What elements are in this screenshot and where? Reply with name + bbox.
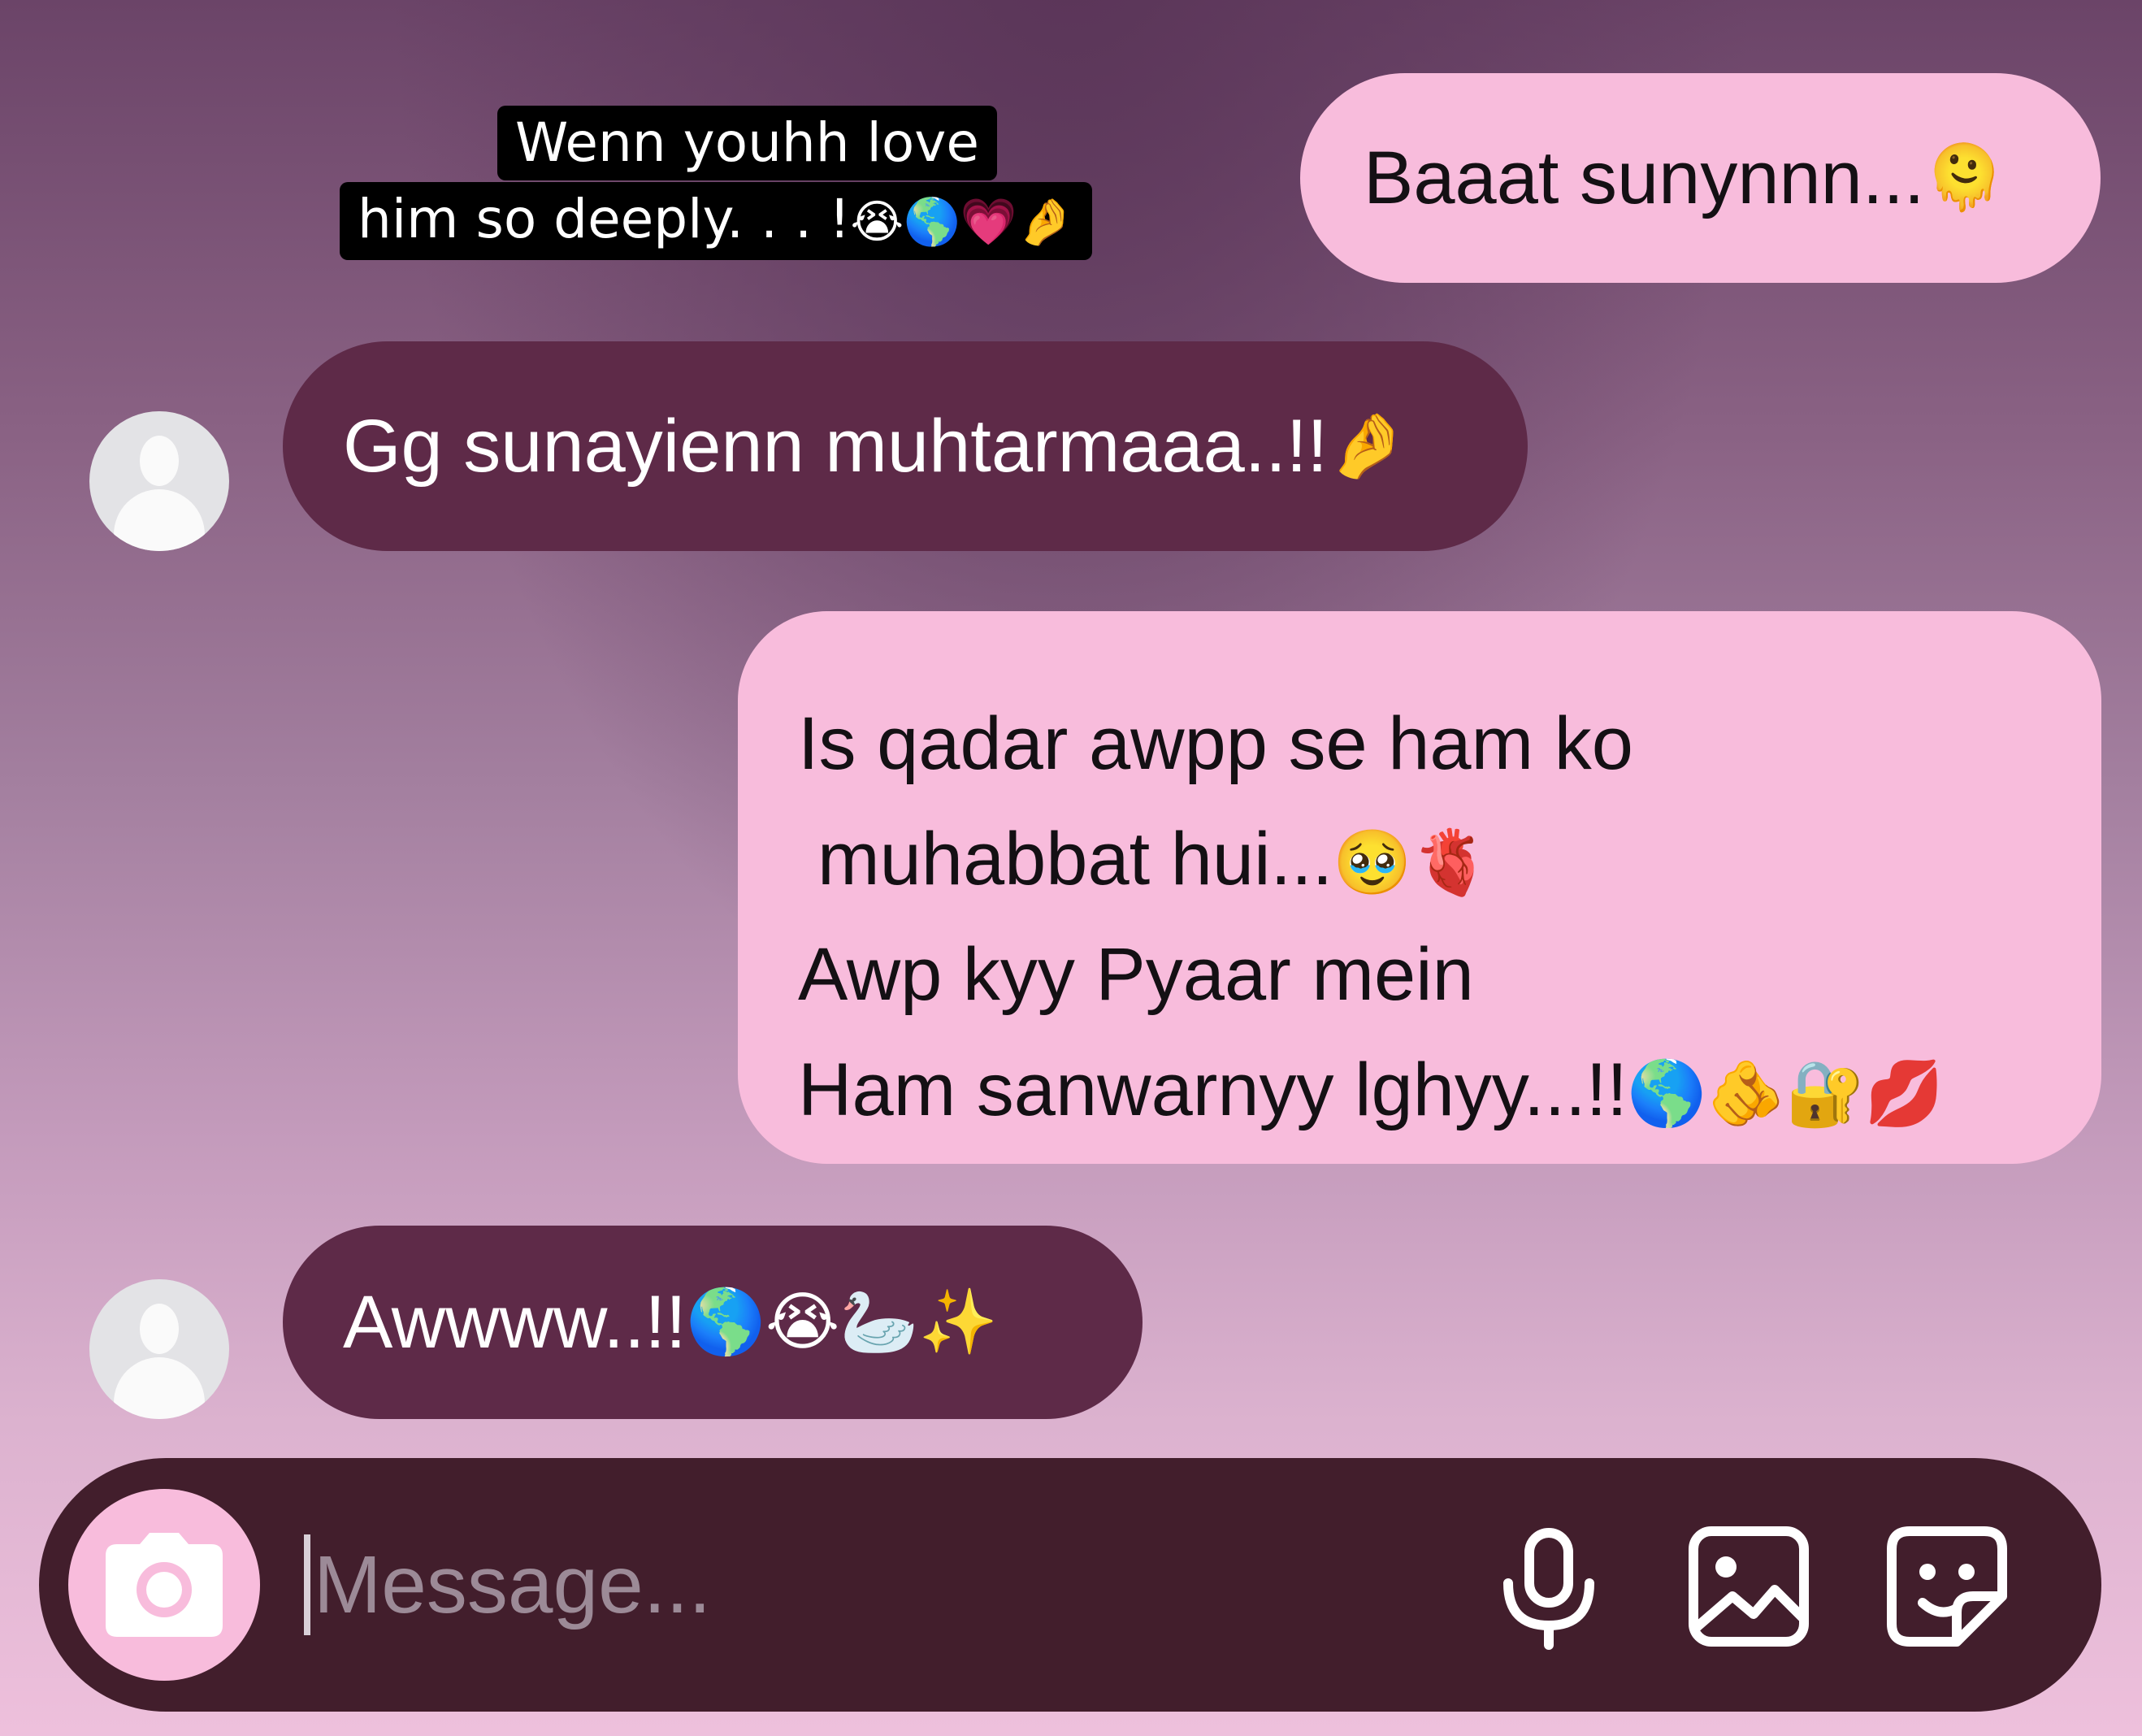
message-emoji: 🫠 — [1924, 141, 2004, 215]
camera-icon — [106, 1533, 223, 1637]
gallery-icon — [1689, 1526, 1809, 1647]
sticker-button[interactable] — [1882, 1521, 2012, 1651]
sent-message-bubble[interactable]: Is qadar awpp se ham ko muhabbat hui...🥹… — [738, 611, 2101, 1164]
message-input[interactable] — [297, 1512, 1468, 1658]
message-line: muhabbat hui...🥹🫀 — [798, 801, 2101, 917]
gallery-button[interactable] — [1684, 1521, 1814, 1651]
microphone-icon — [1503, 1528, 1594, 1650]
caption-emoji: 😭🌎💗🤌 — [850, 196, 1074, 249]
message-emoji: 🌎🫵🔐💋 — [1627, 1057, 1945, 1131]
avatar[interactable] — [89, 411, 229, 551]
sent-message-bubble[interactable]: Baaat sunynnn... 🫠 — [1300, 73, 2101, 283]
message-line-text: Ham sanwarnyy lghyy...!! — [798, 1048, 1628, 1131]
received-message-bubble[interactable]: Awwww..!! 🌎😭🦢✨ — [283, 1226, 1143, 1419]
avatar-head-shape — [140, 1304, 179, 1354]
message-line: Is qadar awpp se ham ko — [798, 686, 2101, 801]
message-line-text: Awp kyy Pyaar mein — [798, 933, 1474, 1016]
message-emoji: 🌎😭🦢✨ — [686, 1285, 999, 1359]
caption-text-1: Wenn youhh love — [515, 111, 979, 174]
message-line: Awp kyy Pyaar mein — [798, 917, 2101, 1032]
message-composer — [39, 1458, 2101, 1712]
avatar[interactable] — [89, 1279, 229, 1419]
sticker-icon — [1887, 1526, 2007, 1647]
story-caption-line-1: Wenn youhh love — [497, 106, 997, 180]
message-emoji: 🥹🫀 — [1333, 826, 1491, 900]
story-caption-line-2: him so deeply. . . !😭🌎💗🤌 — [340, 182, 1092, 260]
message-line-text: Is qadar awpp se ham ko — [798, 702, 1633, 785]
avatar-head-shape — [140, 436, 179, 486]
message-text: Gg sunayienn muhtarmaaa..!! — [343, 405, 1328, 488]
received-message-bubble[interactable]: Gg sunayienn muhtarmaaa..!! 🤌 — [283, 341, 1528, 551]
message-emoji: 🤌 — [1328, 409, 1407, 483]
message-text: Awwww..!! — [343, 1281, 687, 1364]
avatar-body-shape — [114, 489, 205, 551]
message-line-text: muhabbat hui... — [817, 818, 1333, 901]
avatar-body-shape — [114, 1357, 205, 1419]
microphone-button[interactable] — [1484, 1521, 1614, 1651]
message-text: Baaat sunynnn... — [1364, 137, 1925, 219]
message-line: Ham sanwarnyy lghyy...!!🌎🫵🔐💋 — [798, 1032, 2101, 1148]
caption-text-2: him so deeply. . . ! — [358, 188, 851, 250]
camera-button[interactable] — [68, 1489, 260, 1681]
